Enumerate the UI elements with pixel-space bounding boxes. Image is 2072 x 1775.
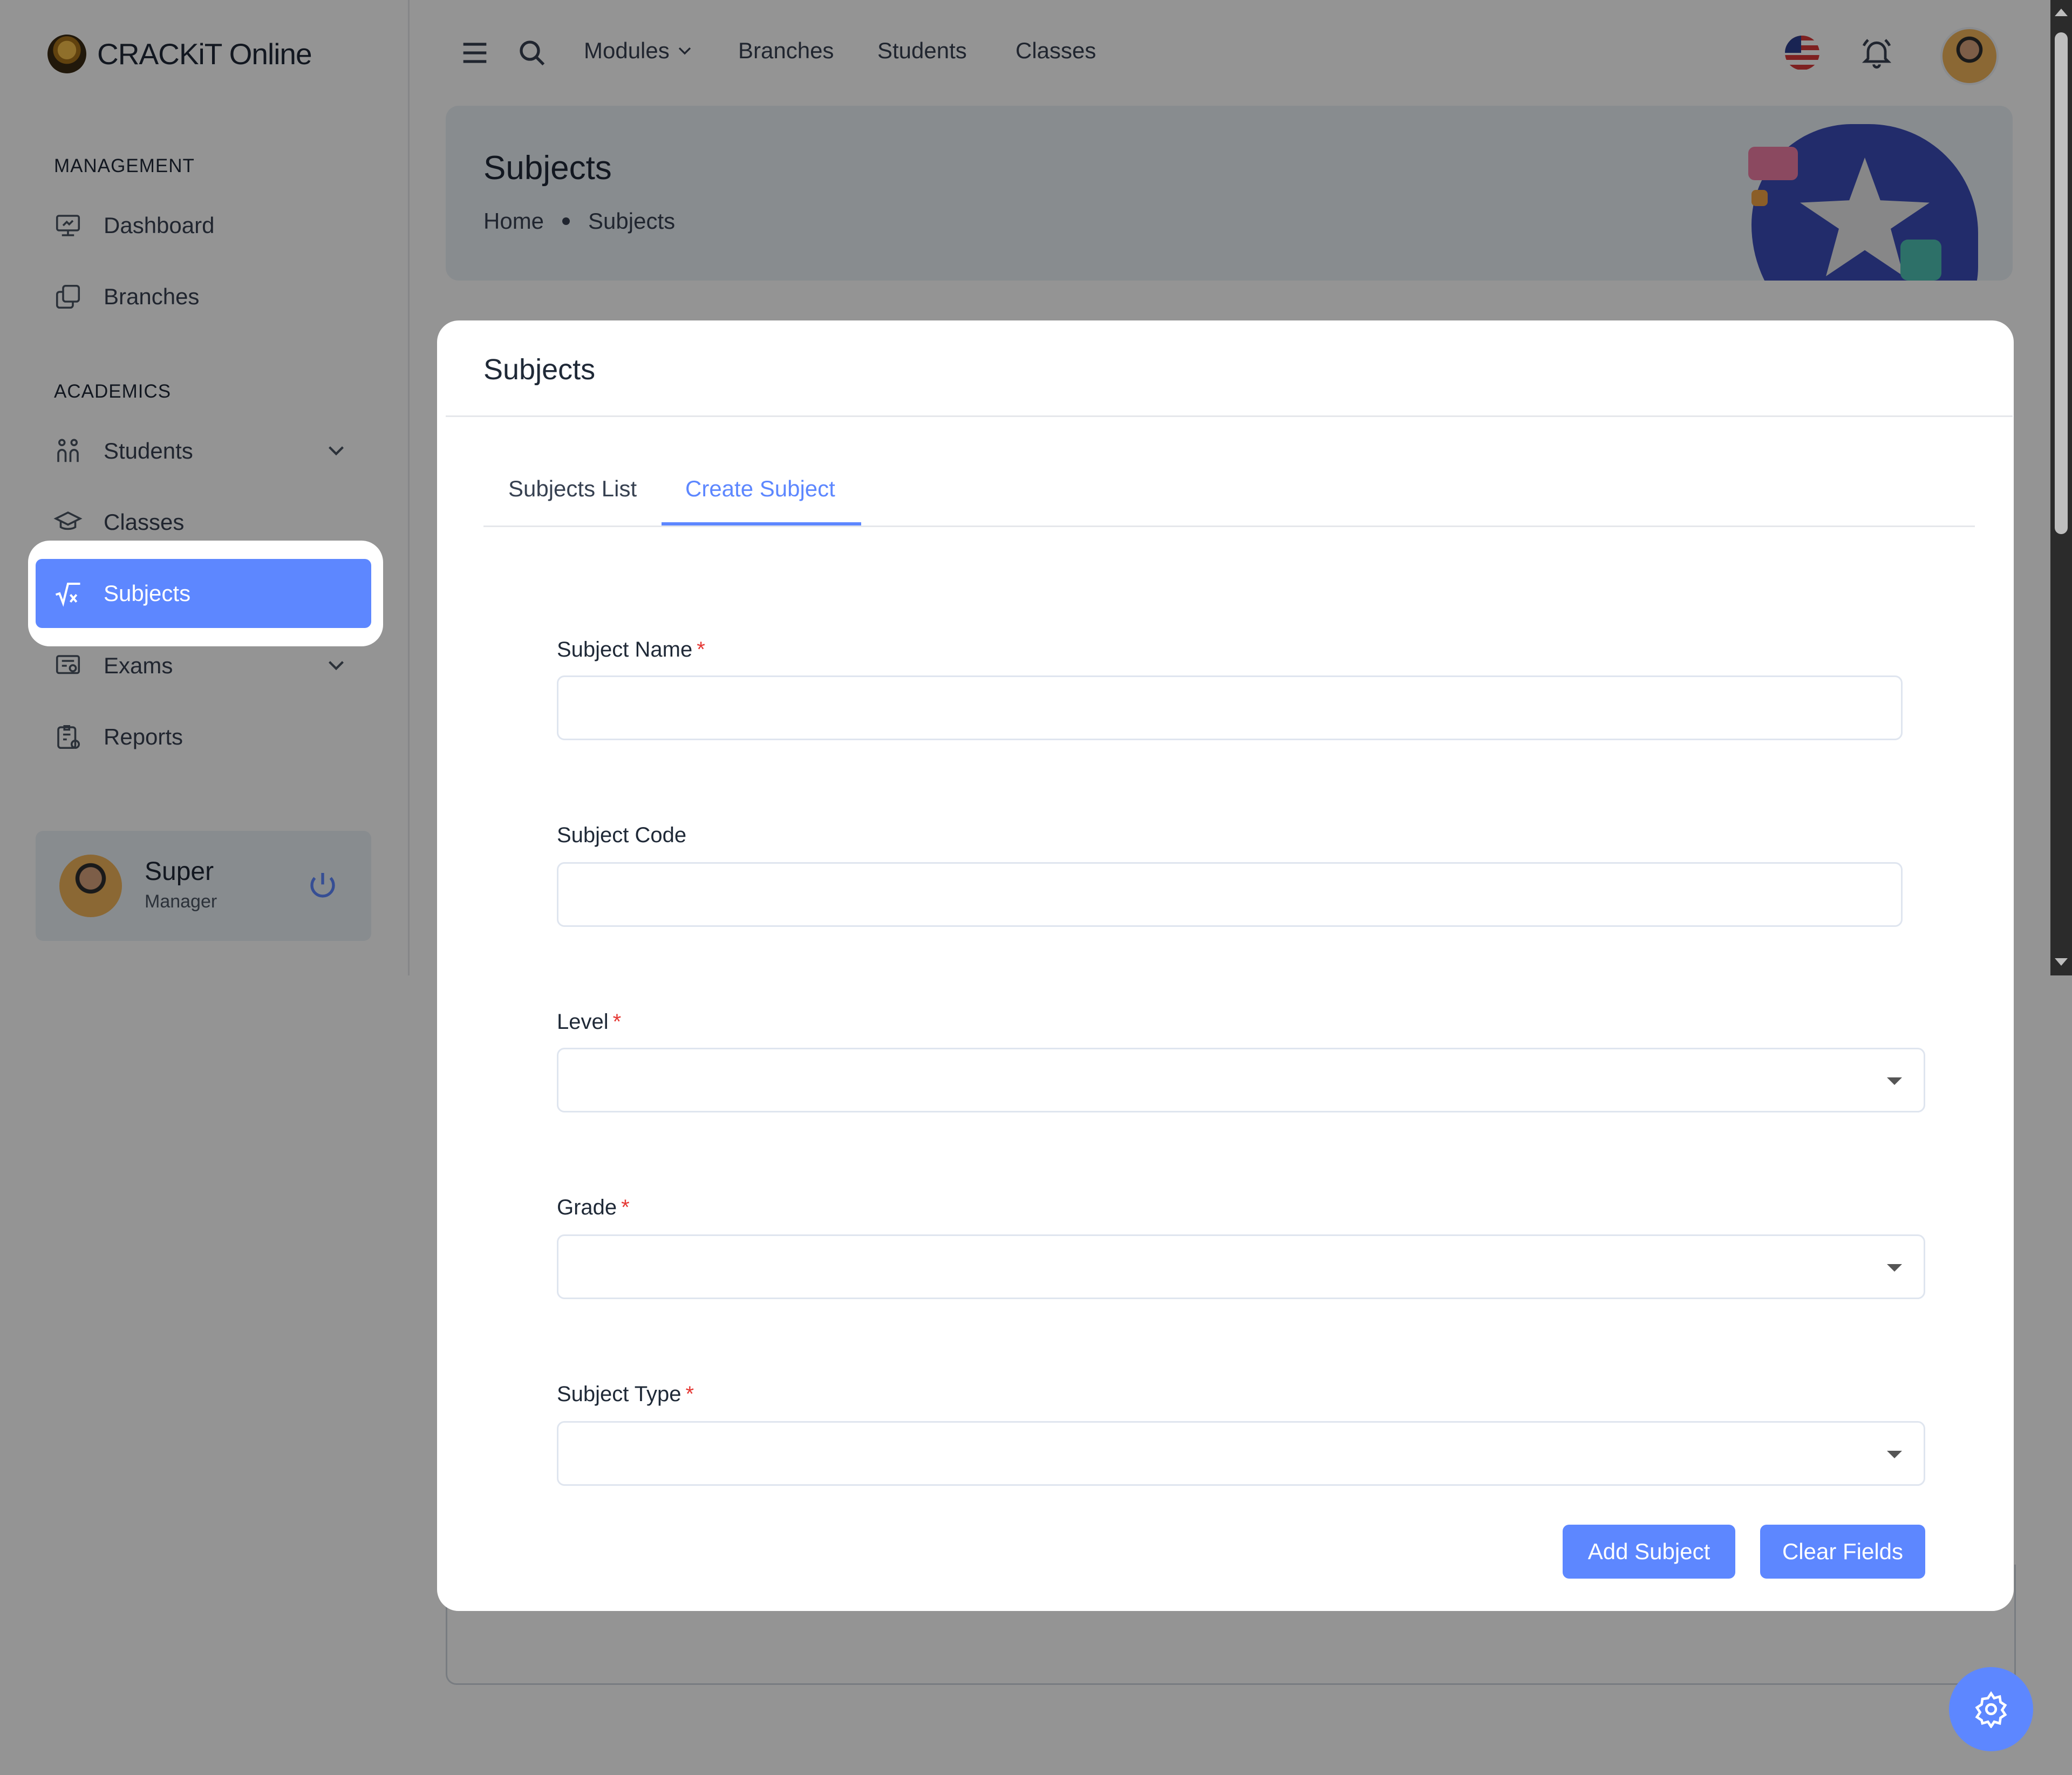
avatar[interactable] — [1940, 27, 1999, 85]
graduation-cap-icon — [52, 506, 84, 538]
sidebar-item-branches[interactable]: Branches — [36, 262, 371, 331]
scroll-down-arrow[interactable] — [2055, 958, 2068, 966]
banner-illustration-dot — [1751, 190, 1768, 206]
brand[interactable]: CRACKiT Online — [47, 32, 312, 76]
divider — [483, 525, 1975, 527]
caret-down-icon — [1887, 1077, 1902, 1085]
sidebar-item-reports[interactable]: Reports — [36, 702, 371, 772]
topnav-label: Modules — [584, 38, 670, 63]
tab-create-subject[interactable]: Create Subject — [685, 476, 835, 502]
search-icon[interactable] — [515, 36, 549, 70]
scrollbar-thumb[interactable] — [2055, 32, 2068, 534]
certificate-icon — [52, 650, 84, 682]
breadcrumb-home[interactable]: Home — [483, 208, 544, 234]
grade-select[interactable] — [557, 1234, 1925, 1299]
caret-down-icon — [1887, 1451, 1902, 1458]
sidebar-item-subjects[interactable]: Subjects — [36, 559, 371, 628]
dashboard-icon — [52, 209, 84, 242]
power-icon[interactable] — [305, 869, 340, 903]
sidebar-item-label: Students — [104, 438, 193, 463]
sidebar-item-label: Reports — [104, 724, 183, 749]
topnav-students[interactable]: Students — [877, 38, 967, 64]
us-flag-icon[interactable] — [1785, 36, 1819, 70]
subject-name-label: Subject Name * — [557, 638, 705, 662]
sidebar-item-label: Subjects — [104, 581, 191, 606]
grade-label: Grade * — [557, 1196, 630, 1220]
chevron-down-icon[interactable] — [323, 437, 350, 464]
user-profile-card: Super Manager — [36, 831, 371, 941]
topnav-classes[interactable]: Classes — [1015, 38, 1096, 64]
user-role: Manager — [145, 891, 217, 912]
clipboard-icon — [52, 721, 84, 753]
sidebar: CRACKiT Online MANAGEMENT Dashboard Bran… — [0, 0, 410, 975]
caret-down-icon — [1887, 1264, 1902, 1272]
brand-logo — [47, 35, 86, 73]
subject-name-input[interactable] — [557, 675, 1903, 740]
sidebar-item-label: Branches — [104, 284, 200, 309]
required-marker: * — [612, 1010, 622, 1034]
field-label-text: Grade — [557, 1196, 617, 1219]
field-label-text: Subject Code — [557, 823, 687, 847]
level-select[interactable] — [557, 1048, 1925, 1112]
chevron-down-icon[interactable] — [323, 652, 350, 679]
divider — [446, 415, 2013, 417]
sidebar-item-label: Exams — [104, 653, 173, 678]
scrollbar[interactable] — [2050, 0, 2072, 975]
sidebar-item-students[interactable]: Students — [36, 417, 371, 486]
field-label-text: Level — [557, 1010, 609, 1034]
brand-name: CRACKiT Online — [97, 37, 312, 71]
required-marker: * — [697, 638, 705, 661]
field-label-text: Subject Name — [557, 638, 693, 661]
add-subject-button[interactable]: Add Subject — [1563, 1525, 1735, 1579]
settings-button[interactable] — [1949, 1667, 2033, 1751]
clear-fields-button[interactable]: Clear Fields — [1760, 1525, 1925, 1579]
level-label: Level * — [557, 1010, 621, 1034]
sidebar-item-label: Classes — [104, 509, 185, 535]
section-title-academics: ACADEMICS — [54, 381, 172, 402]
subject-type-label: Subject Type * — [557, 1382, 694, 1407]
tab-subjects-list[interactable]: Subjects List — [508, 476, 637, 502]
subject-code-label: Subject Code — [557, 823, 686, 848]
card-title: Subjects — [483, 353, 596, 386]
sidebar-item-dashboard[interactable]: Dashboard — [36, 191, 371, 260]
avatar — [59, 855, 122, 917]
menu-icon[interactable] — [458, 36, 492, 70]
topnav-branches[interactable]: Branches — [738, 38, 834, 64]
required-marker: * — [685, 1382, 694, 1406]
sidebar-item-label: Dashboard — [104, 213, 215, 238]
gear-icon — [1972, 1690, 2010, 1728]
users-icon — [52, 435, 84, 467]
required-marker: * — [621, 1196, 630, 1219]
subject-code-input[interactable] — [557, 862, 1903, 927]
page-header: Subjects Home Subjects — [446, 106, 2013, 281]
banner-illustration-block — [1900, 240, 1941, 281]
bell-icon[interactable] — [1859, 36, 1894, 70]
banner-illustration-card — [1748, 147, 1798, 180]
subjects-card: Subjects Subjects List Create Subject Su… — [446, 326, 2013, 1605]
user-name: Super — [145, 857, 214, 886]
square-root-icon — [52, 577, 84, 610]
subject-type-select[interactable] — [557, 1421, 1925, 1486]
page-title: Subjects — [483, 149, 612, 187]
breadcrumb: Home Subjects — [483, 208, 675, 234]
top-bar: Modules Branches Students Classes — [408, 0, 2048, 108]
chevron-down-icon — [678, 47, 691, 55]
scroll-up-arrow[interactable] — [2055, 9, 2068, 16]
copy-icon — [52, 281, 84, 313]
topnav-modules[interactable]: Modules — [584, 38, 696, 64]
breadcrumb-separator — [562, 217, 570, 225]
breadcrumb-current: Subjects — [588, 208, 676, 234]
section-title-management: MANAGEMENT — [54, 155, 195, 176]
field-label-text: Subject Type — [557, 1382, 681, 1406]
